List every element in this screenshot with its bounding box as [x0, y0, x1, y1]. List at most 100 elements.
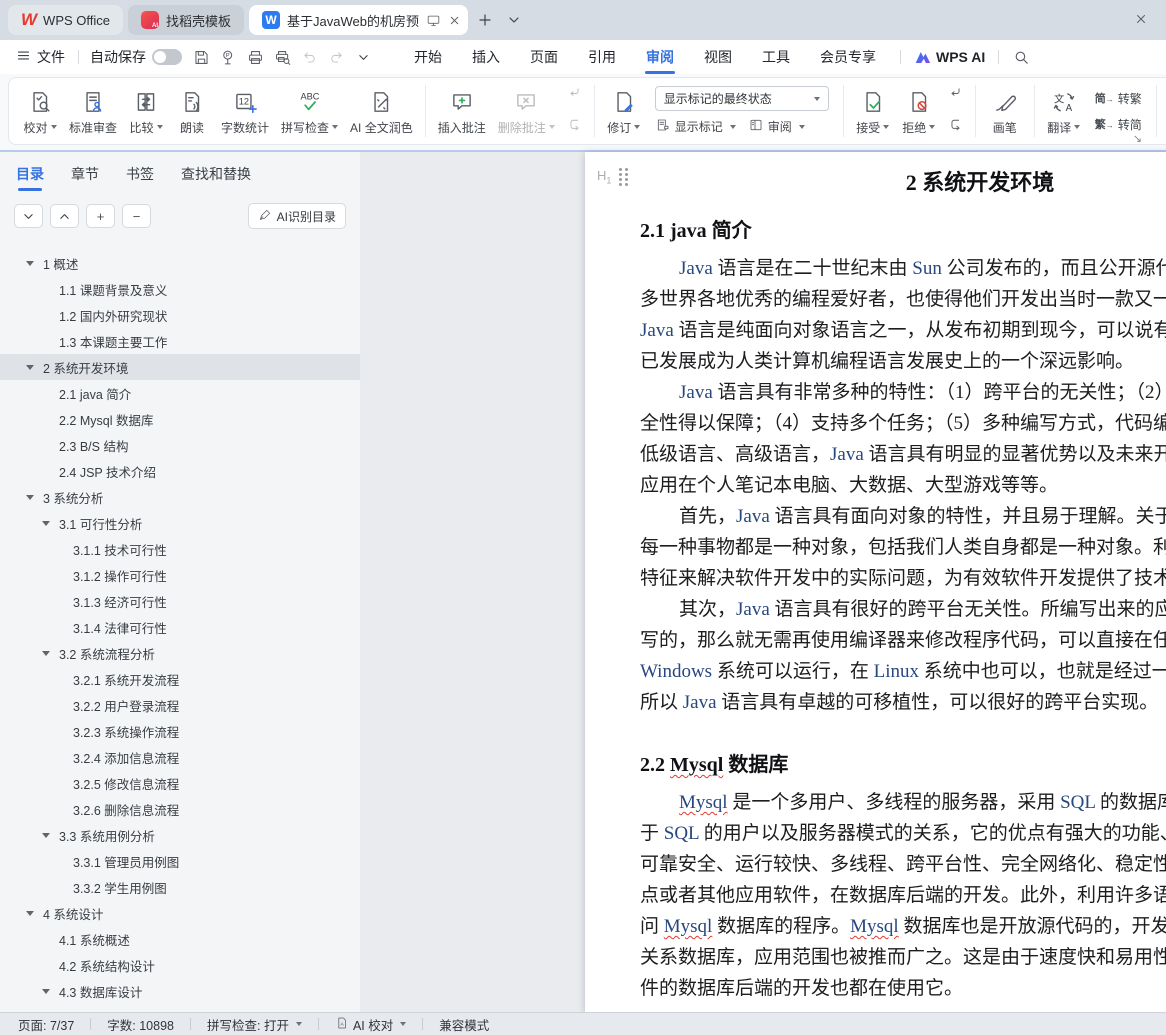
read-aloud-button[interactable]: 朗读 [169, 83, 215, 140]
toc-item[interactable]: 4 系统设计 [0, 900, 360, 926]
ribbon-expand-icon[interactable]: ↘ [1133, 132, 1142, 145]
tab-docer-templates[interactable]: 找稻壳模板 [128, 5, 244, 35]
spell-check-button[interactable]: ABC 拼写检查 [275, 83, 344, 140]
track-changes-button[interactable]: 修订 [601, 83, 647, 140]
print-button[interactable] [242, 45, 269, 69]
toc-item[interactable]: 3.3.1 管理员用例图 [0, 848, 360, 874]
new-tab-button[interactable] [473, 8, 497, 32]
sidebar-close-icon[interactable] [1134, 12, 1148, 31]
traditional-to-simplified-button[interactable]: 繁→ 转简 [1095, 116, 1142, 133]
reject-change-button[interactable]: 拒绝 [896, 83, 942, 140]
toc-item[interactable]: 3.1.3 经济可行性 [0, 588, 360, 614]
toc-item[interactable]: 3.2.1 系统开发流程 [0, 666, 360, 692]
menu-item-0[interactable]: 开始 [399, 40, 457, 74]
file-menu-button[interactable]: 文件 [12, 47, 69, 67]
more-chevron-icon[interactable] [350, 45, 377, 69]
toc-item[interactable]: 2.3 B/S 结构 [0, 432, 360, 458]
toc-item[interactable]: 4.3.1 数据库设计原则 [0, 1004, 360, 1012]
sidebar-tab-3[interactable]: 查找和替换 [181, 152, 251, 196]
toc-item[interactable]: 3.2.5 修改信息流程 [0, 770, 360, 796]
translate-button[interactable]: 文A 翻译 [1041, 83, 1087, 140]
toc-collapse-arrow-icon[interactable] [42, 651, 50, 656]
menu-item-6[interactable]: 工具 [747, 40, 805, 74]
word-count-button[interactable]: 12 字数统计 [215, 83, 275, 140]
document-page[interactable]: H1 2 系统开发环境 2.1 java 简介Java 语言是在二十世纪末由 S… [585, 152, 1166, 1012]
close-icon[interactable] [448, 14, 461, 27]
menu-item-1[interactable]: 插入 [457, 40, 515, 74]
export-pdf-button[interactable]: P [215, 45, 242, 69]
review-pane-button[interactable]: 审阅 [748, 117, 805, 136]
search-icon[interactable] [1008, 45, 1035, 69]
toc-item[interactable]: 3 系统分析 [0, 484, 360, 510]
pen-button[interactable]: 画笔 [982, 83, 1028, 140]
wps-ai-button[interactable]: WPS AI [910, 49, 989, 65]
toc-item[interactable]: 3.2.6 删除信息流程 [0, 796, 360, 822]
toc-item[interactable]: 3.2 系统流程分析 [0, 640, 360, 666]
toc-item[interactable]: 4.2 系统结构设计 [0, 952, 360, 978]
toc-item[interactable]: 4.3 数据库设计 [0, 978, 360, 1004]
toc-item[interactable]: 3.1.1 技术可行性 [0, 536, 360, 562]
print-preview-button[interactable] [269, 45, 296, 69]
proofread-button[interactable]: 校对 [17, 83, 63, 140]
toc-item[interactable]: 2.1 java 简介 [0, 380, 360, 406]
toc-item[interactable]: 3.3 系统用例分析 [0, 822, 360, 848]
autosave-toggle[interactable] [152, 49, 182, 65]
toc-item[interactable]: 1 概述 [0, 250, 360, 276]
sidebar-tab-2[interactable]: 书签 [126, 152, 154, 196]
spell-check-status[interactable]: 拼写检查: 打开 [203, 1015, 306, 1034]
collapse-all-button[interactable] [50, 204, 79, 228]
standard-review-button[interactable]: 标准审查 [63, 83, 123, 140]
markup-state-dropdown[interactable]: 显示标记的最终状态 [655, 86, 829, 111]
ai-proofread-status[interactable]: A AI 校对 [331, 1015, 410, 1034]
promote-heading-button[interactable]: + [86, 204, 115, 228]
toc-item[interactable]: 2.2 Mysql 数据库 [0, 406, 360, 432]
toc-collapse-arrow-icon[interactable] [26, 911, 34, 916]
monitor-icon[interactable] [426, 13, 441, 28]
toc-item[interactable]: 1.2 国内外研究现状 [0, 302, 360, 328]
heading-level-badge[interactable]: H1 [597, 168, 628, 186]
toc-item[interactable]: 3.1.4 法律可行性 [0, 614, 360, 640]
toc-item[interactable]: 3.2.4 添加信息流程 [0, 744, 360, 770]
toc-collapse-arrow-icon[interactable] [26, 261, 34, 266]
toc-item[interactable]: 3.1.2 操作可行性 [0, 562, 360, 588]
compare-button[interactable]: 比较 [123, 83, 169, 140]
sidebar-tab-1[interactable]: 章节 [71, 152, 99, 196]
toc-item[interactable]: 2.4 JSP 技术介绍 [0, 458, 360, 484]
toc-item[interactable]: 1.1 课题背景及意义 [0, 276, 360, 302]
insert-comment-button[interactable]: 插入批注 [432, 83, 492, 140]
sidebar-tab-0[interactable]: 目录 [16, 152, 44, 196]
toc-item[interactable]: 3.2.2 用户登录流程 [0, 692, 360, 718]
menu-item-5[interactable]: 视图 [689, 40, 747, 74]
toc-item[interactable]: 2 系统开发环境 [0, 354, 360, 380]
toc-collapse-arrow-icon[interactable] [26, 365, 34, 370]
word-count-indicator[interactable]: 字数: 10898 [103, 1015, 178, 1034]
save-button[interactable] [188, 45, 215, 69]
accept-change-button[interactable]: 接受 [850, 83, 896, 140]
simplified-to-traditional-button[interactable]: 简→ 转繁 [1095, 90, 1142, 107]
menu-item-3[interactable]: 引用 [573, 40, 631, 74]
menu-item-2[interactable]: 页面 [515, 40, 573, 74]
toc-collapse-arrow-icon[interactable] [42, 989, 50, 994]
toc-item[interactable]: 4.1 系统概述 [0, 926, 360, 952]
toc-item[interactable]: 1.3 本课题主要工作 [0, 328, 360, 354]
tab-document-active[interactable]: W 基于JavaWeb的机房预约管理 [249, 5, 468, 35]
demote-heading-button[interactable]: − [122, 204, 151, 228]
expand-all-button[interactable] [14, 204, 43, 228]
toc-item[interactable]: 3.3.2 学生用例图 [0, 874, 360, 900]
toc-item[interactable]: 3.2.3 系统操作流程 [0, 718, 360, 744]
tab-list-chevron-icon[interactable] [502, 8, 526, 32]
previous-change-icon[interactable] [947, 85, 964, 107]
page-indicator[interactable]: 页面: 7/37 [14, 1015, 78, 1034]
ai-polish-button[interactable]: AI 全文润色 [344, 83, 419, 140]
toc-collapse-arrow-icon[interactable] [42, 833, 50, 838]
menu-item-4[interactable]: 审阅 [631, 40, 689, 74]
menu-item-7[interactable]: 会员专享 [805, 40, 891, 74]
toc-collapse-arrow-icon[interactable] [26, 495, 34, 500]
drag-handle-dots-icon[interactable] [619, 168, 628, 186]
toc-item[interactable]: 3.1 可行性分析 [0, 510, 360, 536]
show-markup-button[interactable]: 显示标记 [655, 117, 736, 136]
toc-collapse-arrow-icon[interactable] [42, 521, 50, 526]
ai-recognize-toc-button[interactable]: AI识别目录 [248, 203, 346, 229]
next-change-icon[interactable] [947, 116, 964, 138]
tab-wps-office[interactable]: W WPS Office [8, 5, 123, 35]
